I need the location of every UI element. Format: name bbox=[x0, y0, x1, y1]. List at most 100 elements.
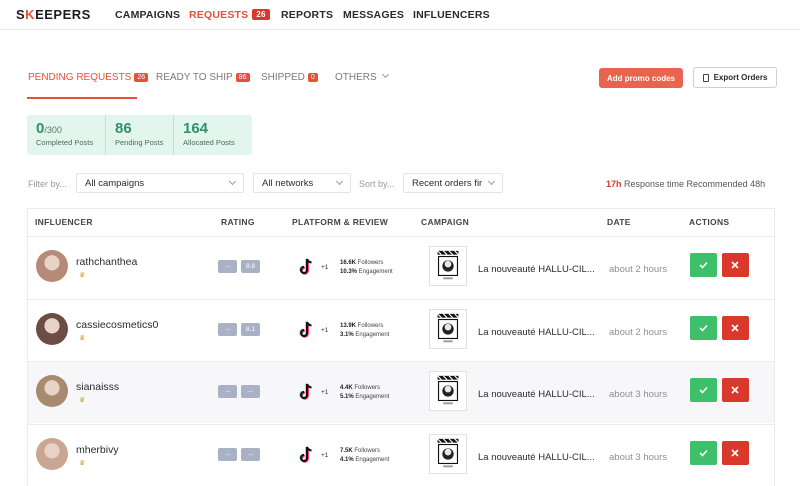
stat-completed: 0/300 Completed Posts bbox=[27, 115, 106, 155]
filter-label: Filter by... bbox=[28, 179, 67, 189]
th-platform: PLATFORM & REVIEW bbox=[292, 217, 389, 227]
avatar[interactable] bbox=[36, 375, 68, 407]
tab-others[interactable]: OTHERS bbox=[335, 70, 389, 83]
check-icon bbox=[699, 261, 708, 269]
th-date: DATE bbox=[607, 217, 631, 227]
response-time: 17h Response time Recommended 48h bbox=[606, 179, 766, 189]
campaign-select[interactable]: All campaigns bbox=[76, 173, 244, 193]
stats-panel: 0/300 Completed Posts 86 Pending Posts 1… bbox=[27, 115, 252, 155]
influencer-name[interactable]: rathchanthea bbox=[76, 256, 137, 268]
reject-button[interactable] bbox=[722, 378, 749, 402]
campaign-name[interactable]: La nouveauté HALLU-CIL... bbox=[478, 452, 596, 463]
approve-button[interactable] bbox=[690, 378, 717, 402]
check-icon bbox=[699, 449, 708, 457]
campaign-thumbnail bbox=[429, 371, 467, 411]
chevron-down-icon bbox=[487, 177, 496, 186]
rating-score: -- bbox=[241, 385, 260, 398]
logo[interactable]: SKEEPERS bbox=[16, 7, 91, 22]
tab-pending-requests[interactable]: PENDING REQUESTS 26 bbox=[28, 72, 149, 83]
stat-pending: 86 Pending Posts bbox=[106, 115, 174, 155]
platform-stats: 16.6K Followers 10.3% Engagement bbox=[340, 260, 393, 275]
active-tab-indicator bbox=[27, 97, 137, 99]
tiktok-icon[interactable] bbox=[298, 258, 314, 276]
platform-stats: 13.9K Followers 3.1% Engagement bbox=[340, 323, 390, 338]
tab-badge: 86 bbox=[235, 73, 250, 82]
table-row[interactable]: cassiecosmetics0 ♛ -- 8.1 +1 13.9K Follo… bbox=[28, 299, 774, 361]
request-date: about 3 hours bbox=[609, 452, 668, 463]
avatar[interactable] bbox=[36, 250, 68, 282]
platform-stats: 4.4K Followers 5.1% Engagement bbox=[340, 385, 390, 400]
extra-platforms-count: +1 bbox=[321, 389, 329, 396]
campaign-thumbnail bbox=[429, 434, 467, 474]
tab-shipped[interactable]: SHIPPED 0 bbox=[261, 72, 318, 83]
avatar[interactable] bbox=[36, 313, 68, 345]
check-icon bbox=[699, 324, 708, 332]
export-orders-button[interactable]: Export Orders bbox=[693, 67, 777, 88]
th-actions: ACTIONS bbox=[689, 217, 730, 227]
export-orders-label: Export Orders bbox=[713, 73, 768, 82]
sort-select[interactable]: Recent orders fir bbox=[403, 173, 503, 193]
approve-button[interactable] bbox=[690, 441, 717, 465]
request-date: about 2 hours bbox=[609, 327, 668, 338]
influencer-name[interactable]: sianaisss bbox=[76, 381, 119, 393]
badge-icon: ♛ bbox=[79, 397, 86, 404]
th-rating: RATING bbox=[221, 217, 255, 227]
chevron-down-icon bbox=[335, 177, 344, 186]
rating-score: -- bbox=[218, 260, 237, 273]
nav-campaigns[interactable]: CAMPAIGNS bbox=[115, 9, 180, 21]
campaign-name[interactable]: La nouveauté HALLU-CIL... bbox=[478, 327, 596, 338]
close-icon bbox=[731, 261, 739, 269]
close-icon bbox=[731, 386, 739, 394]
nav-influencers[interactable]: INFLUENCERS bbox=[413, 9, 490, 21]
extra-platforms-count: +1 bbox=[321, 327, 329, 334]
request-date: about 2 hours bbox=[609, 264, 668, 275]
approve-button[interactable] bbox=[690, 253, 717, 277]
tiktok-icon[interactable] bbox=[298, 383, 314, 401]
rating-score: -- bbox=[218, 323, 237, 336]
close-icon bbox=[731, 449, 739, 457]
check-icon bbox=[699, 386, 708, 394]
th-influencer: INFLUENCER bbox=[35, 217, 93, 227]
influencer-name[interactable]: cassiecosmetics0 bbox=[76, 319, 158, 331]
document-icon bbox=[702, 73, 709, 82]
campaign-thumbnail bbox=[429, 246, 467, 286]
campaign-thumbnail bbox=[429, 309, 467, 349]
chevron-down-icon bbox=[381, 70, 389, 79]
badge-icon: ♛ bbox=[79, 460, 86, 467]
request-date: about 3 hours bbox=[609, 389, 668, 400]
add-promo-codes-button[interactable]: Add promo codes bbox=[599, 68, 683, 88]
badge-icon: ♛ bbox=[79, 335, 86, 342]
tab-badge: 0 bbox=[307, 73, 318, 82]
tiktok-icon[interactable] bbox=[298, 446, 314, 464]
table-row[interactable]: mherbivy ♛ -- -- +1 7.5K Followers 4.1% … bbox=[28, 424, 774, 486]
rating-score: -- bbox=[241, 448, 260, 461]
nav-messages[interactable]: MESSAGES bbox=[343, 9, 404, 21]
close-icon bbox=[731, 324, 739, 332]
extra-platforms-count: +1 bbox=[321, 264, 329, 271]
influencer-name[interactable]: mherbivy bbox=[76, 444, 119, 456]
reject-button[interactable] bbox=[722, 441, 749, 465]
nav-requests[interactable]: REQUESTS 26 bbox=[189, 9, 270, 21]
top-navigation: SKEEPERS CAMPAIGNS REQUESTS 26 REPORTS ME… bbox=[0, 0, 800, 30]
tab-ready-to-ship[interactable]: READY TO SHIP 86 bbox=[156, 72, 250, 83]
reject-button[interactable] bbox=[722, 253, 749, 277]
campaign-name[interactable]: La nouveauté HALLU-CIL... bbox=[478, 264, 596, 275]
th-campaign: CAMPAIGN bbox=[421, 217, 470, 227]
network-select[interactable]: All networks bbox=[253, 173, 351, 193]
avatar[interactable] bbox=[36, 438, 68, 470]
table-row[interactable]: sianaisss ♛ -- -- +1 4.4K Followers 5.1%… bbox=[28, 361, 774, 423]
rating-score: -- bbox=[218, 448, 237, 461]
tab-badge: 26 bbox=[134, 73, 149, 82]
platform-stats: 7.5K Followers 4.1% Engagement bbox=[340, 448, 390, 463]
campaign-name[interactable]: La nouveauté HALLU-CIL... bbox=[478, 389, 596, 400]
reject-button[interactable] bbox=[722, 316, 749, 340]
tiktok-icon[interactable] bbox=[298, 321, 314, 339]
approve-button[interactable] bbox=[690, 316, 717, 340]
requests-count-badge: 26 bbox=[252, 9, 270, 20]
chevron-down-icon bbox=[228, 177, 237, 186]
extra-platforms-count: +1 bbox=[321, 452, 329, 459]
nav-reports[interactable]: REPORTS bbox=[281, 9, 333, 21]
table-row[interactable]: rathchanthea ♛ -- 8.8 +1 16.6K Followers… bbox=[28, 236, 774, 298]
stat-allocated: 164 Allocated Posts bbox=[183, 120, 235, 147]
sort-label: Sort by... bbox=[359, 179, 395, 189]
